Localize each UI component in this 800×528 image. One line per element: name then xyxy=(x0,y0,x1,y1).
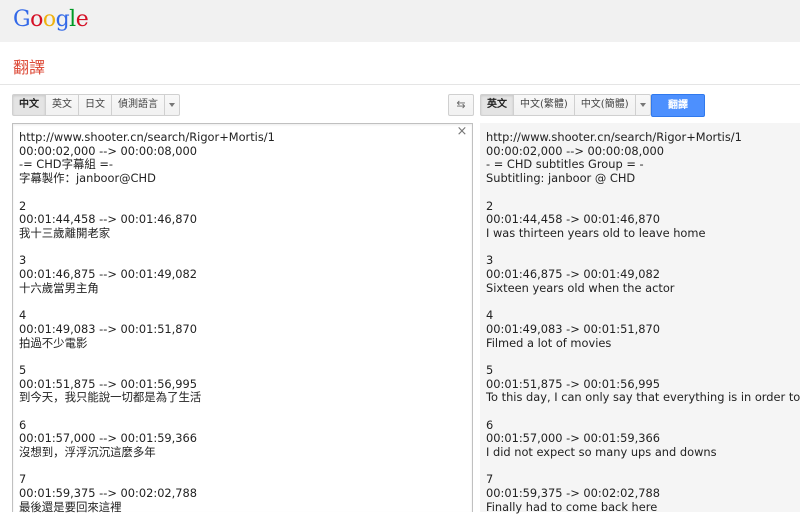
source-subtitle-line: 00:00:02,000 --> 00:00:08,000 xyxy=(19,143,198,158)
swap-languages-button[interactable]: ⇆ xyxy=(448,94,474,116)
target-lang-button[interactable]: 中文(繁體) xyxy=(514,94,575,116)
translated-subtitle-line: Finally had to come back here xyxy=(486,499,658,514)
translated-subtitle-block: 6 00:01:57,000 -> 00:01:59,366 I did not e… xyxy=(486,417,800,460)
translated-subtitle-line: http://www.shooter.cn/search/Rigor+Morti… xyxy=(486,130,742,144)
source-lang-button[interactable]: 英文 xyxy=(46,94,79,116)
source-subtitle-block: 7 00:01:59,375 --> 00:02:02,788 最後還是要回來這裡 xyxy=(19,473,275,514)
target-language-bar: 英文 中文(繁體) 中文(簡體) xyxy=(480,94,651,116)
translated-subtitle-block: 3 00:01:46,875 -> 00:01:49,082 Sixteen yea… xyxy=(486,254,800,295)
logo-letter: G xyxy=(13,7,31,32)
source-language-bar: 中文 英文 日文 偵測語言 xyxy=(12,94,180,116)
source-subtitle-line: 00:01:51,875 --> 00:01:56,995 xyxy=(19,376,198,391)
translated-subtitle-line: 6 xyxy=(486,417,494,432)
source-subtitle-line: 7 xyxy=(19,472,27,487)
source-subtitle-line: 最後還是要回來這裡 xyxy=(19,499,122,514)
source-subtitle-line: 5 xyxy=(19,362,27,377)
translated-subtitle-block: http://www.shooter.cn/search/Rigor+Morti… xyxy=(486,130,800,186)
source-subtitle-line: 00:01:57,000 --> 00:01:59,366 xyxy=(19,431,198,446)
source-lang-dropdown[interactable] xyxy=(165,94,180,116)
logo-letter: g xyxy=(55,7,70,32)
translated-subtitle-line: Subtitling: janboor @ CHD xyxy=(486,171,636,186)
translated-subtitle-line: 3 xyxy=(486,253,494,268)
translated-subtitle-line: 00:01:57,000 -> 00:01:59,366 xyxy=(486,431,660,446)
source-subtitle-block: 3 00:01:46,875 --> 00:01:49,082 十六歲當男主角 xyxy=(19,254,275,295)
translated-subtitle-line: 00:01:59,375 -> 00:02:02,788 xyxy=(486,486,660,501)
translated-subtitle-line: 00:01:49,083 -> 00:01:51,870 xyxy=(486,321,660,336)
source-subtitle-line: 00:01:46,875 --> 00:01:49,082 xyxy=(19,267,198,281)
swap-icon: ⇆ xyxy=(456,98,466,111)
target-lang-button[interactable]: 英文 xyxy=(480,94,514,116)
translated-subtitle-line: 00:01:46,875 -> 00:01:49,082 xyxy=(486,267,660,281)
source-subtitle-line: 6 xyxy=(19,417,27,432)
source-subtitle-line: 字幕製作：janboor@CHD xyxy=(19,171,156,186)
translated-subtitle-line: Filmed a lot of movies xyxy=(486,335,612,350)
source-subtitle-line: 我十三歲離開老家 xyxy=(19,225,111,240)
source-subtitle-line: 到今天，我只能說一切都是為了生活 xyxy=(19,390,202,405)
translated-subtitle-line: 00:01:44,458 -> 00:01:46,870 xyxy=(486,212,660,227)
logo-letter: o xyxy=(42,7,56,32)
source-subtitle-line: 00:01:44,458 --> 00:01:46,870 xyxy=(19,212,198,227)
translated-subtitle-line: I did not expect so many ups and downs xyxy=(486,445,717,460)
logo-letter: o xyxy=(30,7,43,32)
translated-subtitle-line: I was thirteen years old to leave home xyxy=(486,225,706,240)
source-subtitle-line: 拍過不少電影 xyxy=(19,335,88,350)
source-subtitle-block: 4 00:01:49,083 --> 00:01:51,870 拍過不少電影 xyxy=(19,308,275,350)
source-subtitle-block: 6 00:01:57,000 --> 00:01:59,366 沒想到，浮浮沉沉這麼… xyxy=(19,417,275,460)
google-logo[interactable]: Google xyxy=(13,7,89,32)
translated-subtitle-block: 5 00:01:51,875 -> 00:01:56,995 To this day… xyxy=(486,362,800,405)
translated-subtitle-line: 00:00:02,000 --> 00:00:08,000 xyxy=(486,143,665,158)
translated-subtitle-block: 4 00:01:49,083 -> 00:01:51,870 Filmed a lo… xyxy=(486,308,800,350)
target-lang-button[interactable]: 中文(簡體) xyxy=(574,94,636,116)
source-subtitle-line: 2 xyxy=(19,198,27,213)
target-lang-dropdown[interactable] xyxy=(635,94,651,116)
source-subtitle-block: http://www.shooter.cn/search/Rigor+Morti… xyxy=(19,130,275,186)
source-subtitle-block: 5 00:01:51,875 --> 00:01:56,995 到今天，我只能說一切… xyxy=(19,362,275,405)
title-bar xyxy=(0,42,800,85)
translated-subtitle-block: 2 00:01:44,458 -> 00:01:46,870 I was thirt… xyxy=(486,198,800,241)
translation-text: http://www.shooter.cn/search/Rigor+Morti… xyxy=(486,130,800,528)
source-subtitle-line: 4 xyxy=(19,308,27,323)
page-title: 翻譯 xyxy=(13,58,46,77)
translated-subtitle-block: 7 00:01:59,375 -> 00:02:02,788 Finally had… xyxy=(486,473,800,514)
source-subtitle-line: 3 xyxy=(19,253,27,268)
source-lang-button[interactable]: 偵測語言 xyxy=(112,94,165,116)
source-lang-button[interactable]: 日文 xyxy=(79,94,112,116)
top-bar xyxy=(0,0,800,42)
translated-subtitle-line: Sixteen years old when the actor xyxy=(486,280,675,295)
source-subtitle-line: 沒想到，浮浮沉沉這麼多年 xyxy=(19,445,156,460)
source-subtitle-line: 十六歲當男主角 xyxy=(19,280,99,295)
source-subtitle-block: 2 00:01:44,458 --> 00:01:46,870 我十三歲離開老家 xyxy=(19,198,275,241)
translated-subtitle-line: - = CHD subtitles Group = - xyxy=(486,157,644,172)
logo-letter: e xyxy=(75,7,89,32)
translated-subtitle-line: 5 xyxy=(486,362,494,377)
translated-subtitle-line: 00:01:51,875 -> 00:01:56,995 xyxy=(486,376,660,391)
translated-subtitle-line: 4 xyxy=(486,308,494,323)
clear-text-icon[interactable]: × xyxy=(456,125,468,138)
translated-subtitle-line: 7 xyxy=(486,472,494,487)
translated-subtitle-line: 2 xyxy=(486,198,494,213)
translate-button[interactable]: 翻譯 xyxy=(651,94,705,117)
source-text[interactable]: http://www.shooter.cn/search/Rigor+Morti… xyxy=(19,130,275,528)
source-subtitle-line: 00:01:59,375 --> 00:02:02,788 xyxy=(19,486,198,501)
source-subtitle-line: -= CHD字幕組 =- xyxy=(19,157,114,172)
source-lang-button[interactable]: 中文 xyxy=(12,94,46,116)
source-subtitle-line: http://www.shooter.cn/search/Rigor+Morti… xyxy=(19,130,275,144)
translated-subtitle-line: To this day, I can only say that everyth… xyxy=(486,390,800,405)
source-subtitle-line: 00:01:49,083 --> 00:01:51,870 xyxy=(19,321,198,336)
